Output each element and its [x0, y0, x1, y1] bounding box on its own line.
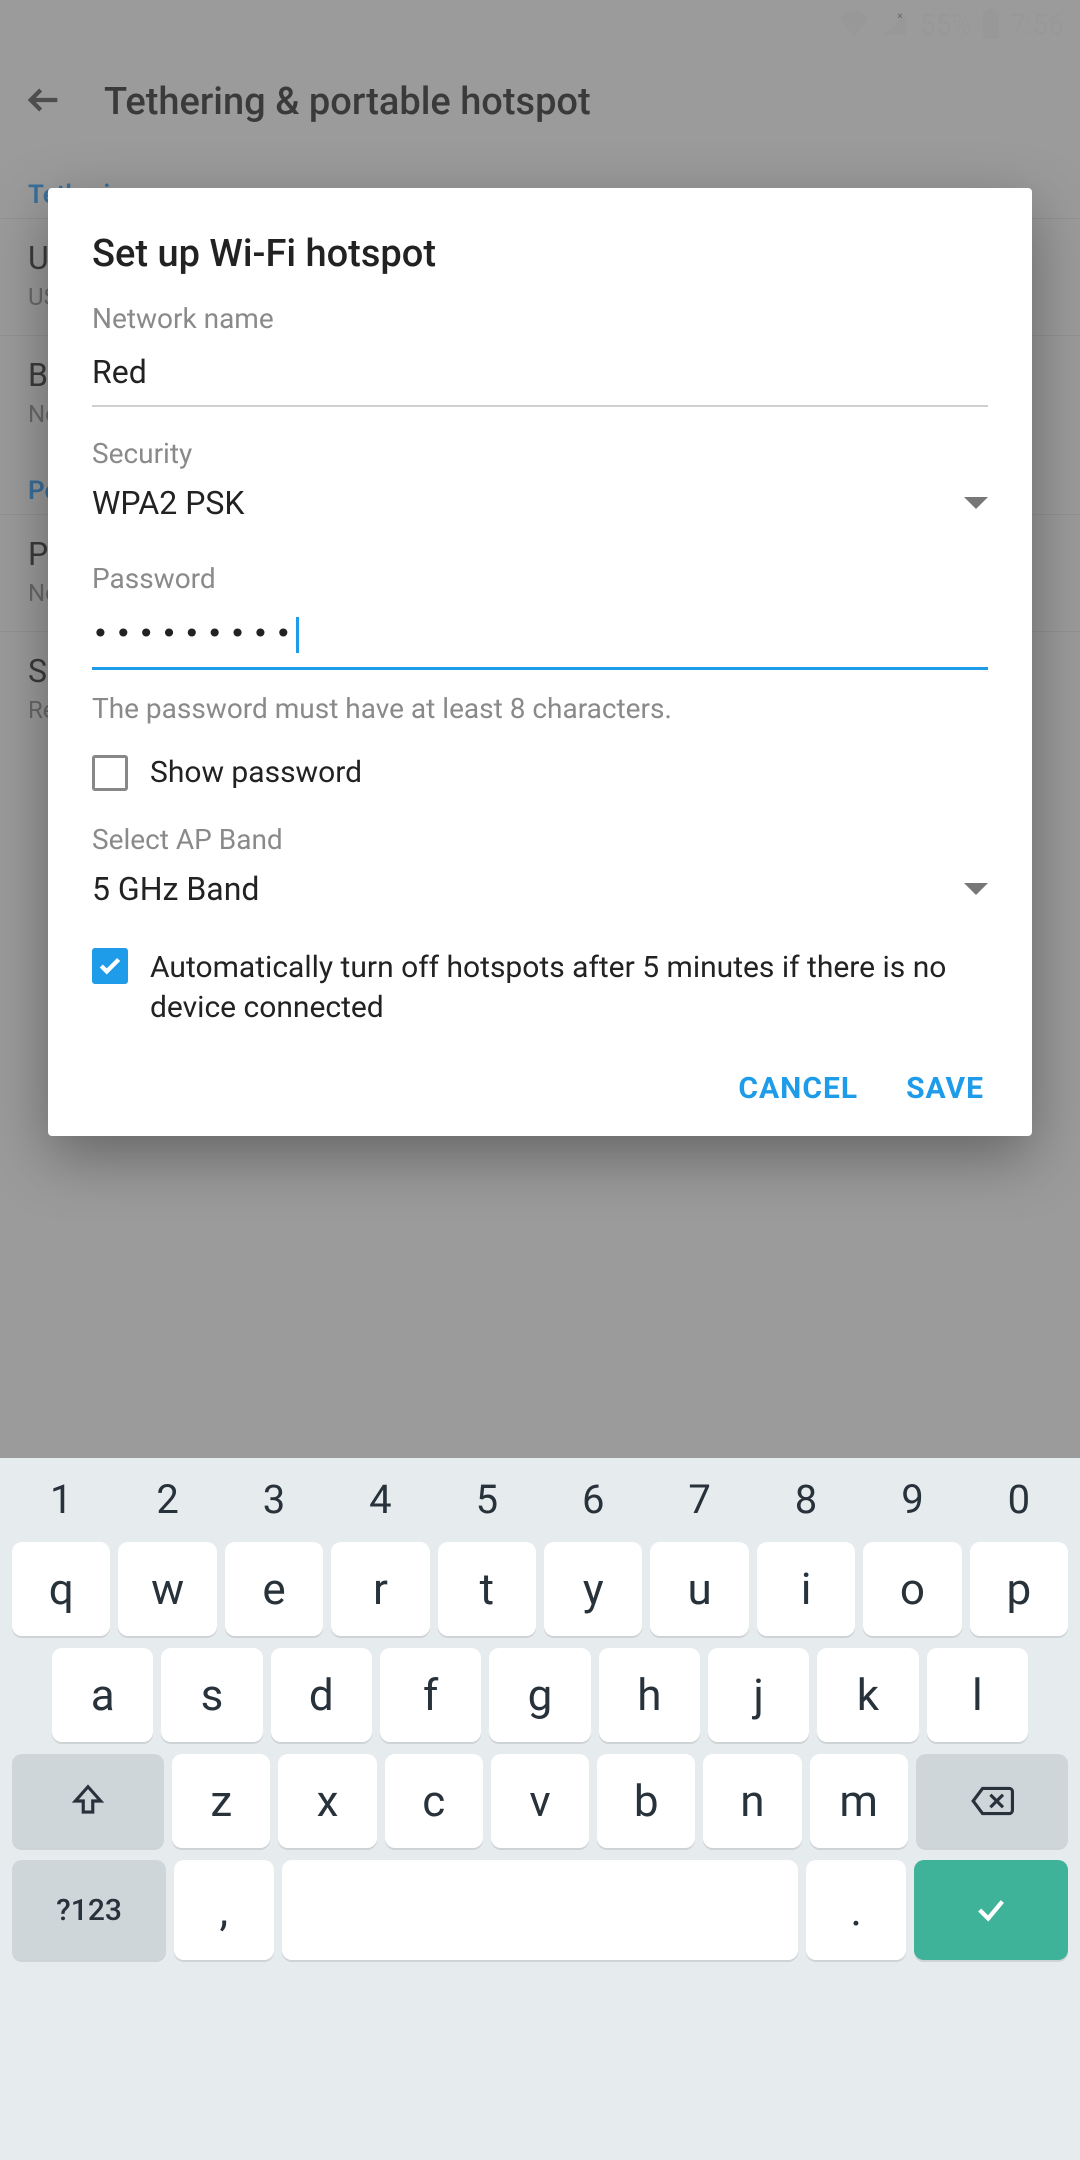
key-0[interactable]: 0	[970, 1468, 1068, 1530]
key-7[interactable]: 7	[650, 1468, 748, 1530]
key-l[interactable]: l	[927, 1648, 1028, 1742]
security-label: Security	[92, 437, 988, 470]
shift-key[interactable]	[12, 1754, 164, 1848]
show-password-checkbox[interactable]	[92, 755, 128, 791]
key-6[interactable]: 6	[544, 1468, 642, 1530]
key-2[interactable]: 2	[118, 1468, 216, 1530]
key-5[interactable]: 5	[438, 1468, 536, 1530]
key-f[interactable]: f	[380, 1648, 481, 1742]
key-s[interactable]: s	[161, 1648, 262, 1742]
enter-key[interactable]	[914, 1860, 1068, 1960]
space-key[interactable]	[282, 1860, 799, 1960]
key-c[interactable]: c	[385, 1754, 483, 1848]
key-r[interactable]: r	[331, 1542, 429, 1636]
network-name-label: Network name	[92, 302, 988, 335]
key-y[interactable]: y	[544, 1542, 642, 1636]
show-password-row[interactable]: Show password	[92, 755, 988, 791]
ap-band-label: Select AP Band	[92, 823, 988, 856]
key-o[interactable]: o	[863, 1542, 961, 1636]
key-b[interactable]: b	[597, 1754, 695, 1848]
password-helper: The password must have at least 8 charac…	[92, 692, 988, 725]
chevron-down-icon	[964, 883, 988, 895]
key-x[interactable]: x	[278, 1754, 376, 1848]
symbols-key[interactable]: ?123	[12, 1860, 166, 1960]
key-8[interactable]: 8	[757, 1468, 855, 1530]
key-p[interactable]: p	[970, 1542, 1068, 1636]
key-i[interactable]: i	[757, 1542, 855, 1636]
key-1[interactable]: 1	[12, 1468, 110, 1530]
key-n[interactable]: n	[703, 1754, 801, 1848]
key-e[interactable]: e	[225, 1542, 323, 1636]
key-3[interactable]: 3	[225, 1468, 323, 1530]
comma-key[interactable]: ,	[174, 1860, 273, 1960]
password-label: Password	[92, 562, 988, 595]
key-k[interactable]: k	[817, 1648, 918, 1742]
period-key[interactable]: .	[806, 1860, 905, 1960]
key-q[interactable]: q	[12, 1542, 110, 1636]
key-u[interactable]: u	[650, 1542, 748, 1636]
key-z[interactable]: z	[172, 1754, 270, 1848]
password-input[interactable]: •••••••••	[92, 605, 988, 670]
dialog-title: Set up Wi-Fi hotspot	[92, 232, 988, 276]
soft-keyboard: 1234567890 qwertyuiop asdfghjkl zxcvbnm …	[0, 1458, 1080, 2160]
key-9[interactable]: 9	[863, 1468, 961, 1530]
cancel-button[interactable]: CANCEL	[738, 1071, 858, 1106]
key-4[interactable]: 4	[331, 1468, 429, 1530]
key-d[interactable]: d	[271, 1648, 372, 1742]
key-w[interactable]: w	[118, 1542, 216, 1636]
security-select[interactable]: WPA2 PSK	[92, 480, 988, 532]
key-t[interactable]: t	[438, 1542, 536, 1636]
dialog-setup-hotspot: Set up Wi-Fi hotspot Network name Securi…	[48, 188, 1032, 1136]
ap-band-select[interactable]: 5 GHz Band	[92, 866, 988, 918]
key-j[interactable]: j	[708, 1648, 809, 1742]
network-name-input[interactable]	[92, 345, 988, 407]
key-a[interactable]: a	[52, 1648, 153, 1742]
key-g[interactable]: g	[489, 1648, 590, 1742]
auto-off-row[interactable]: Automatically turn off hotspots after 5 …	[92, 948, 988, 1029]
key-h[interactable]: h	[599, 1648, 700, 1742]
save-button[interactable]: SAVE	[906, 1071, 984, 1106]
backspace-key[interactable]	[916, 1754, 1068, 1848]
chevron-down-icon	[964, 497, 988, 509]
text-caret	[296, 617, 299, 653]
key-v[interactable]: v	[491, 1754, 589, 1848]
key-m[interactable]: m	[810, 1754, 908, 1848]
auto-off-checkbox[interactable]	[92, 948, 128, 984]
